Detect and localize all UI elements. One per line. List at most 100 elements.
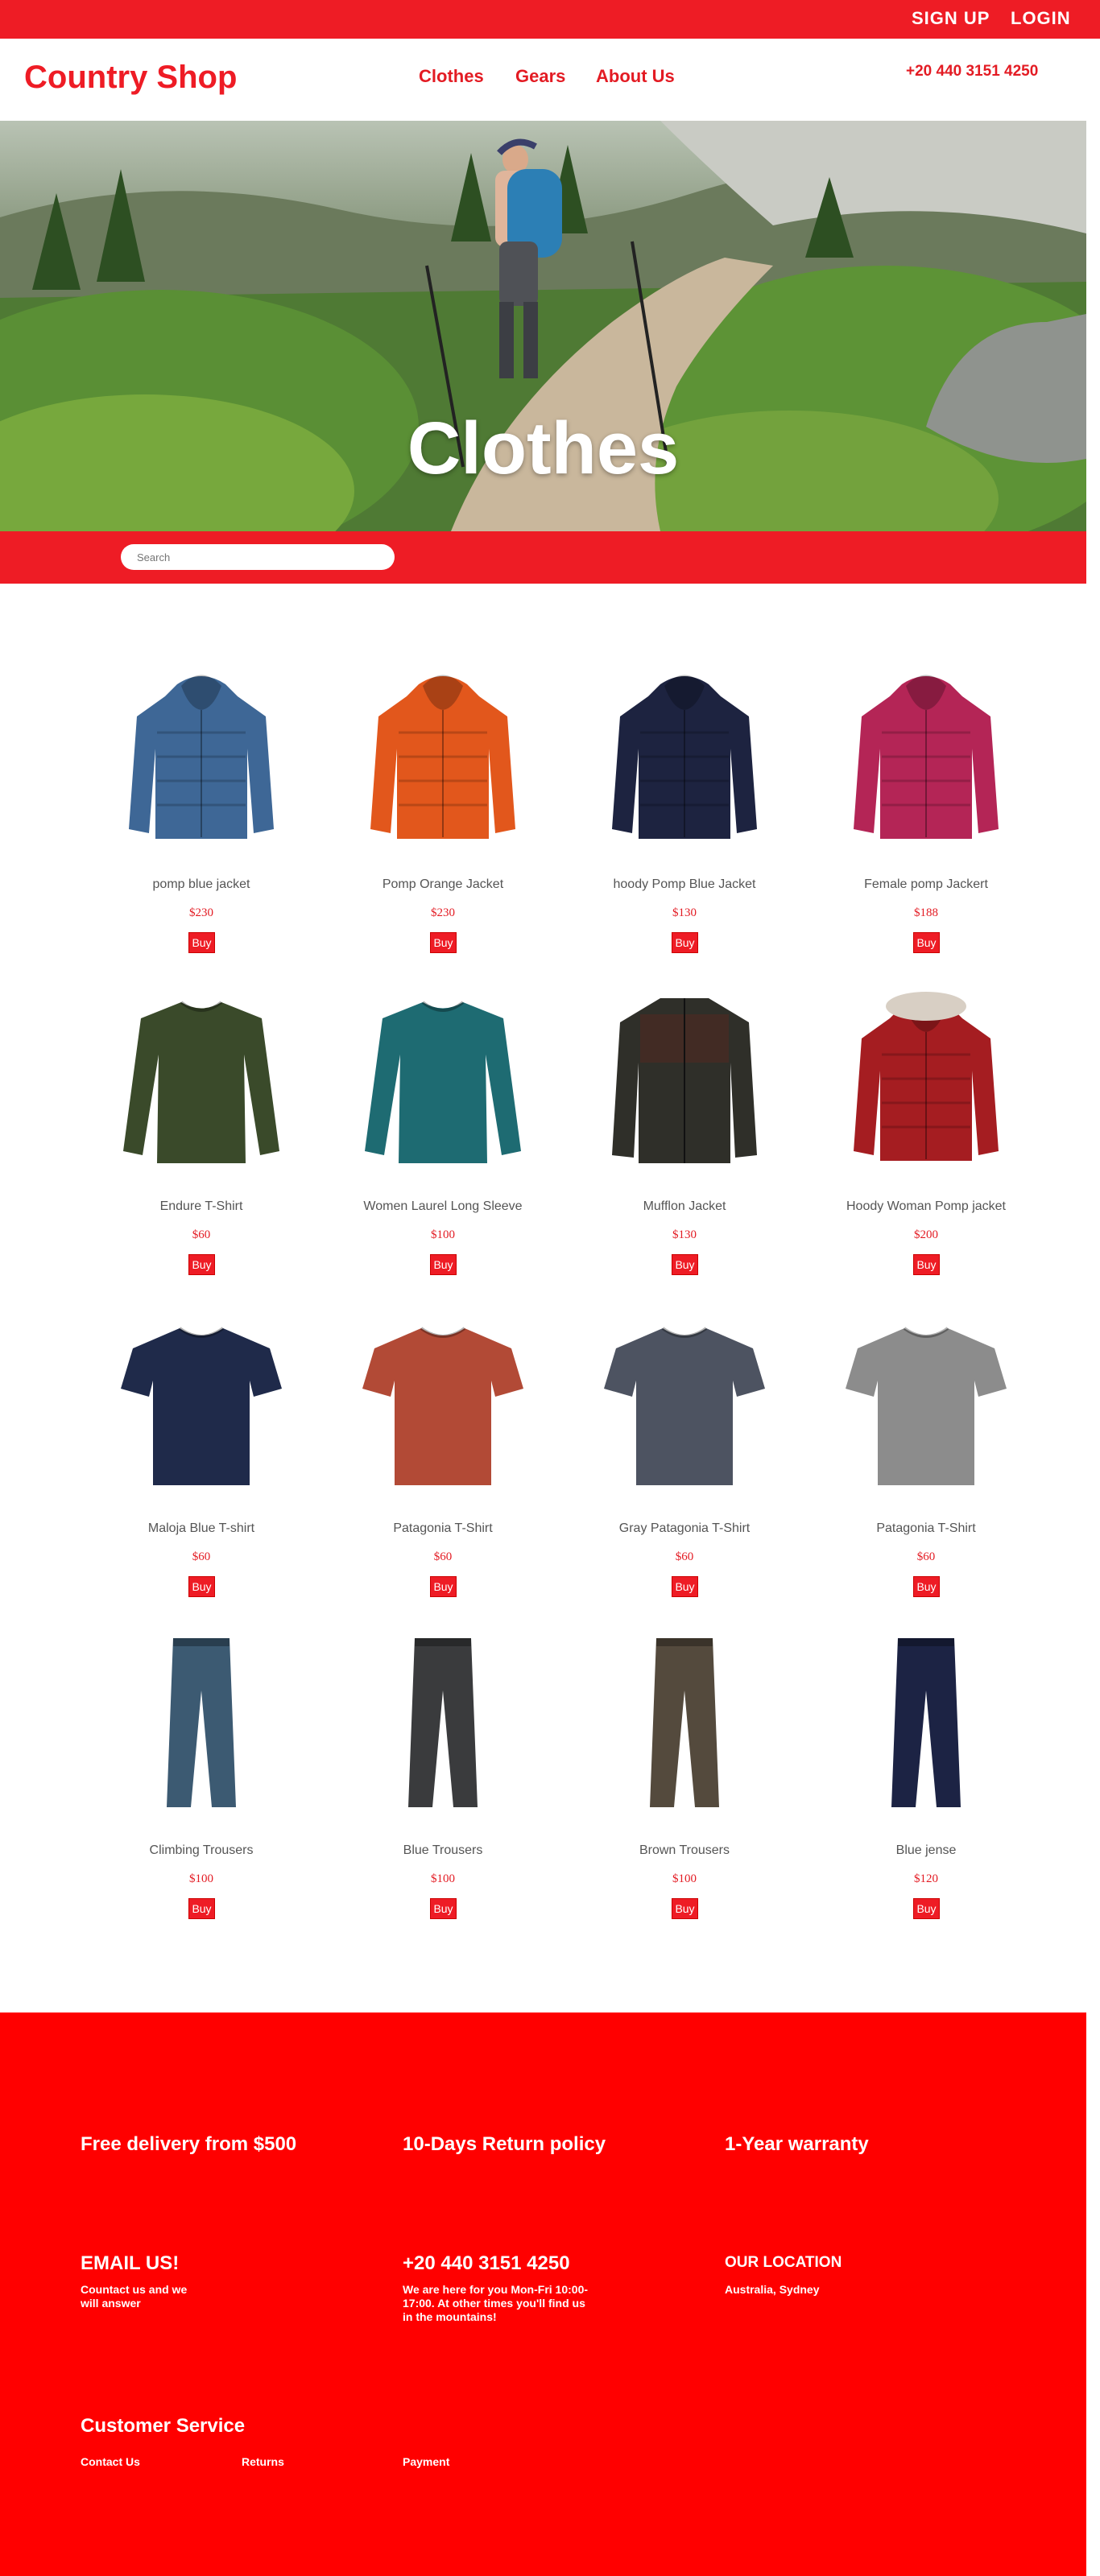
email-us-line: will answer <box>81 2297 141 2310</box>
product-card[interactable]: Blue Trousers $100 Buy <box>338 1626 548 1919</box>
contact-us-link[interactable]: Contact Us <box>81 2455 140 2468</box>
trousers-icon[interactable] <box>592 1626 777 1819</box>
down-jacket-icon[interactable] <box>592 660 777 853</box>
top-bar: SIGN UP LOGIN <box>0 0 1100 39</box>
product-name[interactable]: Patagonia T-Shirt <box>338 1521 548 1536</box>
site-logo[interactable]: Country Shop <box>24 60 237 96</box>
return-policy-text: 10-Days Return policy <box>403 2133 606 2155</box>
product-card[interactable]: Patagonia T-Shirt $60 Buy <box>821 1304 1031 1597</box>
product-card[interactable]: Mufflon Jacket $130 Buy <box>580 982 789 1275</box>
buy-button[interactable]: Buy <box>913 1254 940 1275</box>
product-card[interactable]: Brown Trousers $100 Buy <box>580 1626 789 1919</box>
product-card[interactable]: Endure T-Shirt $60 Buy <box>97 982 306 1275</box>
returns-link[interactable]: Returns <box>242 2455 284 2468</box>
product-name[interactable]: Hoody Woman Pomp jacket <box>821 1199 1031 1214</box>
product-price: $230 <box>189 906 213 919</box>
buy-button[interactable]: Buy <box>430 1898 457 1919</box>
buy-button[interactable]: Buy <box>430 1254 457 1275</box>
product-name[interactable]: Pomp Orange Jacket <box>338 877 548 892</box>
footer-phone-text: We are here for you Mon-Fri 10:00- 17:00… <box>403 2283 588 2324</box>
down-jacket-icon[interactable] <box>350 660 536 853</box>
product-card[interactable]: pomp blue jacket $230 Buy <box>97 660 306 953</box>
product-price: $100 <box>431 1228 455 1241</box>
fleece-jacket-icon[interactable] <box>592 982 777 1175</box>
email-us-text: Countact us and we will answer <box>81 2283 187 2310</box>
long-sleeve-shirt-icon[interactable] <box>350 982 536 1175</box>
buy-button[interactable]: Buy <box>430 932 457 953</box>
hours-line: in the mountains! <box>403 2310 497 2323</box>
product-price: $200 <box>914 1228 938 1241</box>
product-card[interactable]: Pomp Orange Jacket $230 Buy <box>338 660 548 953</box>
buy-button[interactable]: Buy <box>913 1898 940 1919</box>
nav-gears[interactable]: Gears <box>515 66 565 87</box>
product-price: $130 <box>672 1228 697 1241</box>
t-shirt-icon[interactable] <box>592 1304 777 1497</box>
location-line: Australia, Sydney <box>725 2283 820 2296</box>
long-sleeve-shirt-icon[interactable] <box>109 982 294 1175</box>
product-card[interactable]: Patagonia T-Shirt $60 Buy <box>338 1304 548 1597</box>
footer-phone-title: +20 440 3151 4250 <box>403 2252 570 2274</box>
trousers-icon[interactable] <box>833 1626 1019 1819</box>
product-name[interactable]: Women Laurel Long Sleeve <box>338 1199 548 1214</box>
product-card[interactable]: Blue jense $120 Buy <box>821 1626 1031 1919</box>
product-card[interactable]: Climbing Trousers $100 Buy <box>97 1626 306 1919</box>
buy-button[interactable]: Buy <box>188 1576 215 1597</box>
product-price: $120 <box>914 1872 938 1885</box>
product-card[interactable]: Hoody Woman Pomp jacket $200 Buy <box>821 982 1031 1275</box>
buy-button[interactable]: Buy <box>913 1576 940 1597</box>
product-name[interactable]: Mufflon Jacket <box>580 1199 789 1214</box>
buy-button[interactable]: Buy <box>672 1576 698 1597</box>
buy-button[interactable]: Buy <box>430 1576 457 1597</box>
product-name[interactable]: Climbing Trousers <box>97 1843 306 1858</box>
payment-link[interactable]: Payment <box>403 2455 449 2468</box>
buy-button[interactable]: Buy <box>188 1898 215 1919</box>
product-name[interactable]: Patagonia T-Shirt <box>821 1521 1031 1536</box>
buy-button[interactable]: Buy <box>913 932 940 953</box>
product-card[interactable]: Women Laurel Long Sleeve $100 Buy <box>338 982 548 1275</box>
product-name[interactable]: Maloja Blue T-shirt <box>97 1521 306 1536</box>
product-name[interactable]: Female pomp Jackert <box>821 877 1031 892</box>
t-shirt-icon[interactable] <box>833 1304 1019 1497</box>
trousers-icon[interactable] <box>109 1626 294 1819</box>
product-card[interactable]: Female pomp Jackert $188 Buy <box>821 660 1031 953</box>
email-us-line: Countact us and we <box>81 2283 188 2296</box>
warranty-text: 1-Year warranty <box>725 2133 869 2155</box>
product-card[interactable]: Gray Patagonia T-Shirt $60 Buy <box>580 1304 789 1597</box>
product-name[interactable]: Blue Trousers <box>338 1843 548 1858</box>
login-link[interactable]: LOGIN <box>1011 8 1071 29</box>
product-name[interactable]: Endure T-Shirt <box>97 1199 306 1214</box>
product-price: $60 <box>192 1550 211 1563</box>
down-jacket-icon[interactable] <box>109 660 294 853</box>
buy-button[interactable]: Buy <box>188 932 215 953</box>
product-name[interactable]: Blue jense <box>821 1843 1031 1858</box>
signup-link[interactable]: SIGN UP <box>912 8 990 29</box>
product-price: $188 <box>914 906 938 919</box>
free-delivery-text: Free delivery from $500 <box>81 2133 297 2155</box>
t-shirt-icon[interactable] <box>350 1304 536 1497</box>
product-price: $100 <box>431 1872 455 1885</box>
product-price: $60 <box>192 1228 211 1241</box>
buy-button[interactable]: Buy <box>188 1254 215 1275</box>
nav-clothes[interactable]: Clothes <box>419 66 484 87</box>
trousers-icon[interactable] <box>350 1626 536 1819</box>
hero-title: Clothes <box>407 407 680 489</box>
down-jacket-icon[interactable] <box>833 660 1019 853</box>
buy-button[interactable]: Buy <box>672 932 698 953</box>
product-name[interactable]: hoody Pomp Blue Jacket <box>580 877 789 892</box>
product-price: $230 <box>431 906 455 919</box>
nav-about-us[interactable]: About Us <box>596 66 675 87</box>
footer: Free delivery from $500 10-Days Return p… <box>0 2013 1086 2576</box>
product-card[interactable]: hoody Pomp Blue Jacket $130 Buy <box>580 660 789 953</box>
product-card[interactable]: Maloja Blue T-shirt $60 Buy <box>97 1304 306 1597</box>
search-input[interactable] <box>121 544 395 570</box>
product-name[interactable]: pomp blue jacket <box>97 877 306 892</box>
buy-button[interactable]: Buy <box>672 1898 698 1919</box>
email-us-title[interactable]: EMAIL US! <box>81 2252 179 2275</box>
t-shirt-icon[interactable] <box>109 1304 294 1497</box>
product-name[interactable]: Gray Patagonia T-Shirt <box>580 1521 789 1536</box>
buy-button[interactable]: Buy <box>672 1254 698 1275</box>
header-phone: +20 440 3151 4250 <box>906 63 1039 80</box>
product-name[interactable]: Brown Trousers <box>580 1843 789 1858</box>
parka-icon[interactable] <box>833 982 1019 1175</box>
product-price: $130 <box>672 906 697 919</box>
